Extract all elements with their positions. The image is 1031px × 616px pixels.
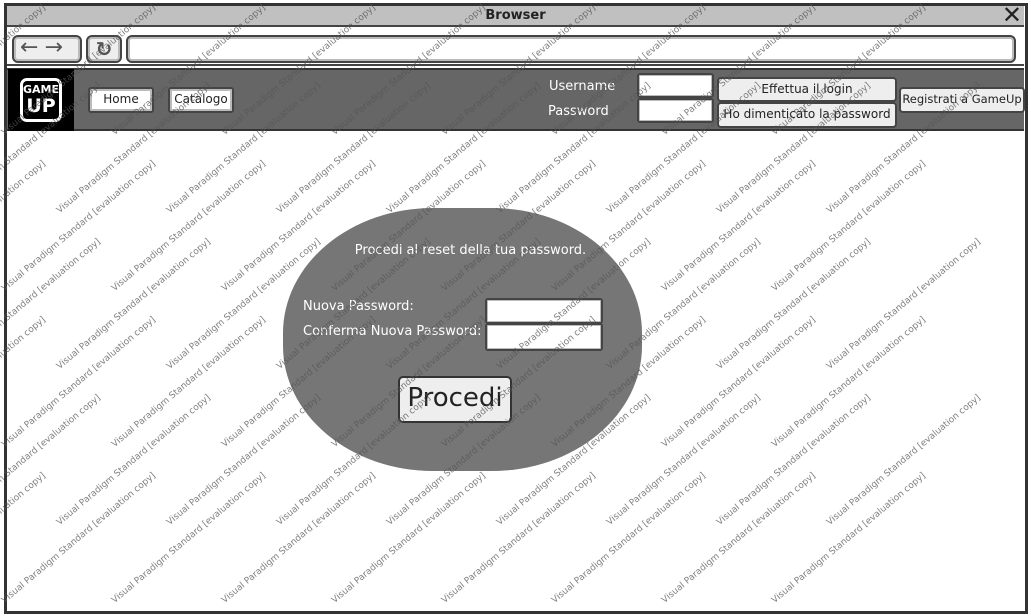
- back-forward-buttons[interactable]: ←→: [12, 35, 82, 63]
- confirm-password-label: Conferma Nuova Password:: [303, 324, 482, 339]
- reset-password-panel: Procedi al reset della tua password. Nuo…: [283, 208, 642, 471]
- nav-home-button[interactable]: Home: [88, 87, 154, 113]
- logo-line2: UP: [26, 95, 56, 117]
- arrow-right-icon[interactable]: →: [44, 35, 68, 60]
- procedi-button[interactable]: Procedi: [398, 376, 512, 423]
- forgot-password-button[interactable]: Ho dimenticato la password: [717, 102, 897, 128]
- window-title: Browser: [485, 8, 546, 23]
- title-bar: Browser ✕: [7, 3, 1024, 27]
- reset-title: Procedi al reset della tua password.: [354, 243, 587, 258]
- password-label: Password: [548, 104, 609, 119]
- new-password-label: Nuova Password:: [303, 299, 414, 314]
- password-input[interactable]: [637, 98, 714, 123]
- reload-icon[interactable]: ↻: [86, 35, 122, 63]
- nav-catalogo-button[interactable]: Catalogo: [168, 87, 234, 113]
- login-button[interactable]: Effettua il login: [717, 77, 897, 102]
- new-password-input[interactable]: [485, 298, 603, 324]
- close-icon[interactable]: ✕: [1002, 3, 1022, 27]
- logo-mark: GAME UP: [20, 78, 62, 122]
- register-button[interactable]: Registrati a GameUp: [899, 87, 1025, 113]
- arrow-left-icon[interactable]: ←: [20, 35, 44, 60]
- url-input[interactable]: [126, 35, 1016, 63]
- username-label: Username: [549, 79, 616, 94]
- username-input[interactable]: [637, 73, 714, 98]
- gameup-logo[interactable]: GAME UP: [8, 69, 74, 131]
- confirm-password-input[interactable]: [485, 323, 603, 351]
